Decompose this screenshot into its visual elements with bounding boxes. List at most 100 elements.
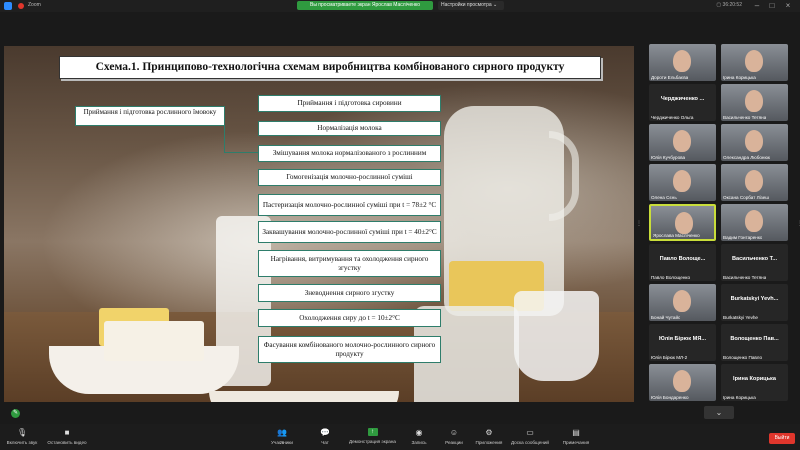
whiteboard-icon: ▭ <box>526 428 534 437</box>
apps-label: Приложения <box>475 440 503 445</box>
end-meeting-button[interactable]: Выйти <box>769 433 795 444</box>
record-button[interactable]: ◉ Запись <box>407 428 431 445</box>
participant-video <box>673 50 691 72</box>
flow-step: Гомогенізація молочно-рослинної суміші <box>258 169 441 186</box>
creamer-image <box>514 291 599 381</box>
participant-tile[interactable]: Ірина Корицька Ірина Корицька <box>721 364 788 401</box>
record-indicator-icon <box>18 3 24 9</box>
participant-tile[interactable]: Ірина Корицька <box>721 44 788 81</box>
smiley-icon: ☺ <box>449 428 459 437</box>
participant-video <box>673 170 691 192</box>
flow-step: Змішування молока нормалізованого з росл… <box>258 145 441 162</box>
participant-name: Черджиченко Ольга <box>651 115 694 120</box>
view-options-label: Настройки просмотра <box>441 2 492 8</box>
whiteboard-label: Доска сообщений <box>511 440 549 445</box>
slide-title: Схема.1. Принципово-технологічна схемам … <box>59 56 601 79</box>
top-bar: Zoom Вы просматриваете экран Ярослав Мас… <box>0 0 800 12</box>
participant-tile[interactable]: Юлія Бірюк МЯ... Юлія Бірюк МЛ-2 <box>649 324 716 361</box>
participants-icon: 👥29 <box>277 428 287 445</box>
participant-video <box>673 370 691 392</box>
participant-name: Ірина Корицька <box>723 75 756 80</box>
participant-video <box>675 212 693 234</box>
record-label: Запись <box>411 440 427 445</box>
reactions-button[interactable]: ☺ Реакции <box>441 428 467 445</box>
minimize-icon[interactable]: – <box>752 1 762 11</box>
notes-icon: ▤ <box>572 428 580 437</box>
video-button[interactable]: ■ Остановить видео <box>44 428 90 445</box>
chat-label: Чат <box>321 440 329 445</box>
share-screen-button[interactable]: ↑ Демонстрация экрана <box>345 428 400 444</box>
participant-tile[interactable]: Васильченко Т... Васильченко Тетяна <box>721 244 788 281</box>
participant-name: Бонай Чутайс <box>651 315 681 320</box>
participant-tile[interactable]: Олександра Любонюк <box>721 124 788 161</box>
share-screen-icon: ↑ <box>367 428 378 436</box>
record-icon: ◉ <box>415 428 423 437</box>
connector-line <box>224 119 225 152</box>
flow-step: Нормалізація молока <box>258 121 441 136</box>
participant-name: Юлія Бондаренко <box>651 395 689 400</box>
participant-tile[interactable]: Оксана Сорбат Лізеш <box>721 164 788 201</box>
participant-tile[interactable]: Васильченко Тетяна <box>721 84 788 121</box>
participant-tile[interactable]: Олена Сєнь <box>649 164 716 201</box>
participant-tile[interactable]: Черджиченко ... Черджиченко Ольга <box>649 84 716 121</box>
chevron-down-icon: ⌄ <box>493 2 498 8</box>
share-label: Демонстрация экрана <box>349 439 396 444</box>
participant-video <box>673 130 691 152</box>
participants-button[interactable]: 👥29 Участники <box>265 428 299 445</box>
participant-display-name: Юлія Бірюк МЯ... <box>658 336 707 342</box>
participant-name: Олена Сєнь <box>651 195 677 200</box>
connector-line <box>224 152 260 153</box>
participant-name: Волощенко Павло <box>723 355 762 360</box>
participant-tile[interactable]: Волощенко Пав... Волощенко Павло <box>721 324 788 361</box>
annotate-icon[interactable]: ✎ <box>11 409 20 418</box>
participant-name: Васильченко Тетяна <box>723 115 767 120</box>
flow-step: Фасування комбінованого молочно-рослинно… <box>258 336 441 363</box>
whiteboard-button[interactable]: ▭ Доска сообщений <box>508 428 552 445</box>
participant-display-name: Черджиченко ... <box>660 96 705 102</box>
flow-step: Зневоднення сирного згустку <box>258 284 441 302</box>
participant-tile[interactable]: Ярослава Масліченко <box>649 204 716 241</box>
notes-button[interactable]: ▤ Примечания <box>558 428 594 445</box>
mute-button[interactable]: 🎙 Включить звук <box>4 428 40 445</box>
view-options-button[interactable]: Настройки просмотра ⌄ <box>438 1 504 10</box>
participant-tile[interactable]: Юлія Бондаренко <box>649 364 716 401</box>
notes-label: Примечания <box>562 440 590 445</box>
participant-name: Олександра Любонюк <box>723 155 770 160</box>
white-cheese-image <box>104 321 204 361</box>
participant-display-name: Ірина Корицька <box>733 376 776 382</box>
participant-display-name: Burkatskyi Yevh... <box>730 296 779 302</box>
participant-name: Вадим Гонтаренко <box>723 235 763 240</box>
scroll-down-button[interactable]: ⌄ <box>704 406 734 419</box>
shield-icon[interactable] <box>4 2 12 10</box>
mute-label: Включить звук <box>6 440 38 445</box>
bowl-image <box>209 391 399 402</box>
maximize-icon[interactable]: □ <box>767 1 777 11</box>
participant-tile[interactable]: Юлія Кучбурова <box>649 124 716 161</box>
participant-tile[interactable]: Вадим Гонтаренко <box>721 204 788 241</box>
meeting-toolbar: 🎙 Включить звук ■ Остановить видео 👥29 У… <box>0 424 800 450</box>
side-input-box: Приймання і підготовка рослинного їмовок… <box>75 106 225 126</box>
close-icon[interactable]: × <box>783 1 793 11</box>
participant-name: Юлія Бірюк МЛ-2 <box>651 355 688 360</box>
apps-icon: ⚙ <box>485 428 493 437</box>
video-label: Остановить видео <box>47 440 87 445</box>
participant-name: Юлія Кучбурова <box>651 155 686 160</box>
flow-step: Заквашування молочно-рослинної суміші пр… <box>258 221 441 243</box>
reactions-label: Реакции <box>445 440 463 445</box>
participant-video <box>745 50 763 72</box>
flow-step: Нагрівання, витримування та охолодження … <box>258 250 441 277</box>
chevron-down-icon: ⌄ <box>715 408 723 417</box>
apps-button[interactable]: ⚙ Приложения <box>472 428 506 445</box>
chat-button[interactable]: 💬 Чат <box>315 428 335 445</box>
flow-step: Пастеризація молочно-рослинної суміші пр… <box>258 194 441 216</box>
participant-tile[interactable]: Дороти Ельбаєва <box>649 44 716 81</box>
share-banner: Вы просматриваете экран Ярослав Маслічен… <box>297 1 433 10</box>
participant-video <box>745 130 763 152</box>
participant-tile[interactable]: Burkatskyi Yevh... Burkatskyi Yevhe <box>721 284 788 321</box>
participant-tile[interactable]: Павло Волоще... Павло Волощенко <box>649 244 716 281</box>
participant-video <box>745 90 763 112</box>
app-title: Zoom <box>28 2 41 8</box>
participants-gallery: Дороти Ельбаєва Ірина Корицька Черджиченко… <box>649 44 795 424</box>
participant-tile[interactable]: Бонай Чутайс <box>649 284 716 321</box>
scroll-handle[interactable]: ⋮ <box>636 220 642 230</box>
